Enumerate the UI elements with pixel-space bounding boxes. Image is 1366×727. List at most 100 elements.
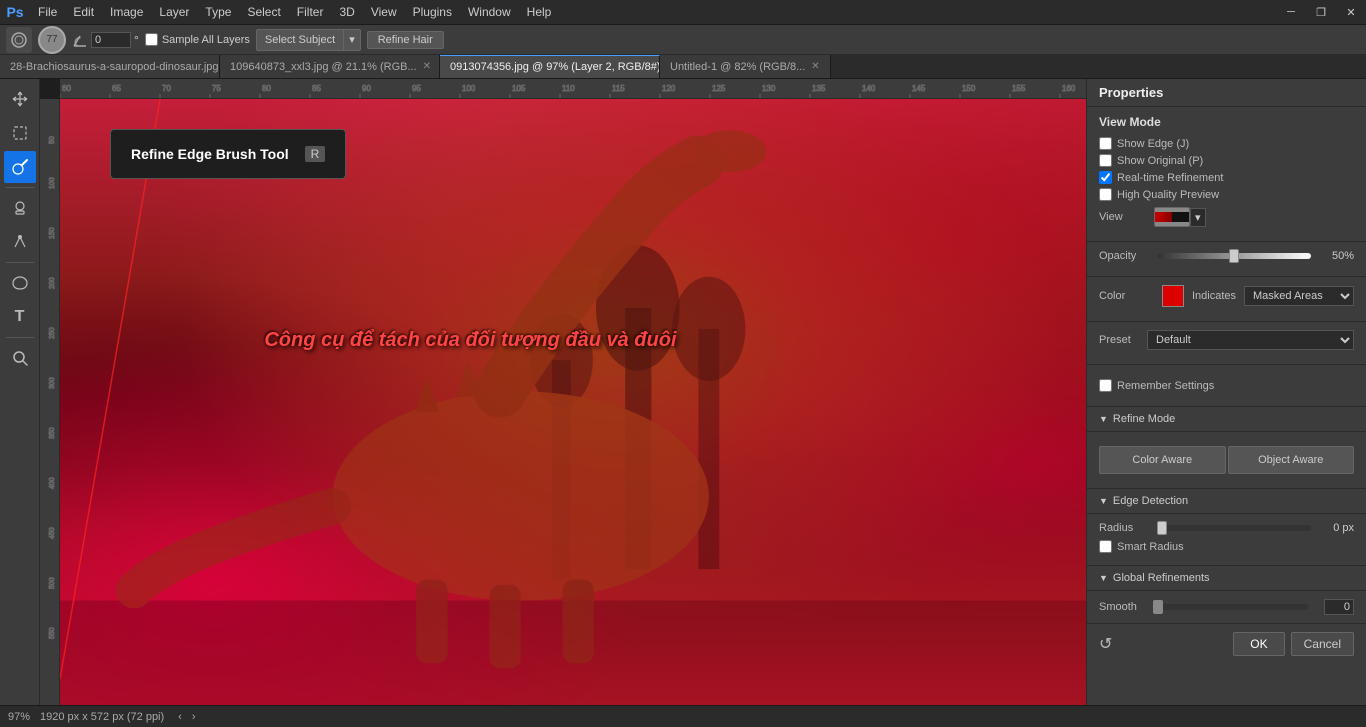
edge-detection-heading[interactable]: ▼ Edge Detection <box>1087 489 1366 514</box>
select-subject-dropdown[interactable]: ▾ <box>344 29 361 51</box>
svg-text:115: 115 <box>612 84 625 93</box>
tooltip-title: Refine Edge Brush Tool <box>131 146 289 162</box>
realtime-checkbox[interactable] <box>1099 171 1112 184</box>
ok-button[interactable]: OK <box>1233 632 1284 656</box>
stamp-tool-button[interactable] <box>4 192 36 224</box>
refine-brush-tool-button[interactable] <box>4 151 36 183</box>
restore-button[interactable]: ❐ <box>1306 0 1336 25</box>
menu-image[interactable]: Image <box>102 0 151 25</box>
tab-0[interactable]: 28-Brachiosaurus-a-sauropod-dinosaur.jpg… <box>0 55 220 79</box>
canvas-content[interactable]: Công cụ để tách của đối tượng đầu và đuô… <box>60 99 1086 705</box>
menu-window[interactable]: Window <box>460 0 519 25</box>
brush-size-display[interactable]: 77 <box>38 26 66 54</box>
close-button[interactable]: ✕ <box>1336 0 1366 25</box>
reset-button[interactable]: ↺ <box>1099 634 1112 654</box>
nav-right[interactable]: › <box>192 711 196 723</box>
svg-text:250: 250 <box>49 327 56 339</box>
radius-label: Radius <box>1099 522 1149 534</box>
refine-hair-button[interactable]: Refine Hair <box>367 31 444 49</box>
hq-preview-checkbox[interactable] <box>1099 188 1112 201</box>
viet-text-overlay: Công cụ để tách của đối tượng đầu và đuô… <box>163 329 779 352</box>
refine-mode-section: Color Aware Object Aware <box>1087 432 1366 489</box>
indicates-select[interactable]: Masked Areas Selected Areas Reveal Layer <box>1244 286 1354 306</box>
svg-text:75: 75 <box>212 84 221 93</box>
global-refinements-heading[interactable]: ▼ Global Refinements <box>1087 566 1366 591</box>
remember-settings-checkbox[interactable] <box>1099 379 1112 392</box>
menu-filter[interactable]: Filter <box>289 0 332 25</box>
hq-preview-label: High Quality Preview <box>1117 189 1219 201</box>
svg-text:100: 100 <box>49 177 56 189</box>
menu-view[interactable]: View <box>363 0 405 25</box>
show-edge-label: Show Edge (J) <box>1117 138 1189 150</box>
view-mode-section: View Mode Show Edge (J) Show Original (P… <box>1087 107 1366 242</box>
show-original-checkbox[interactable] <box>1099 154 1112 167</box>
preset-label: Preset <box>1099 334 1139 346</box>
menu-3d[interactable]: 3D <box>331 0 362 25</box>
menu-plugins[interactable]: Plugins <box>405 0 460 25</box>
svg-text:70: 70 <box>162 84 171 93</box>
toolbar-divider-1 <box>6 187 34 188</box>
move-tool-button[interactable] <box>4 83 36 115</box>
status-dimensions: 1920 px x 572 px (72 ppi) <box>40 711 164 723</box>
edge-detection-section: Radius 0 px Smart Radius <box>1087 514 1366 566</box>
radius-value: 0 px <box>1319 522 1354 534</box>
canvas-area[interactable]: 60 65 70 75 80 85 90 95 100 <box>40 79 1086 705</box>
menu-file[interactable]: File <box>30 0 65 25</box>
tab-3-close[interactable]: ✕ <box>811 61 819 72</box>
zoom-tool-button[interactable] <box>4 342 36 374</box>
angle-input[interactable]: 0 <box>91 32 131 48</box>
selection-tool-button[interactable] <box>4 117 36 149</box>
tab-1-close[interactable]: ✕ <box>423 61 431 72</box>
smooth-slider[interactable] <box>1153 604 1308 610</box>
tab-1[interactable]: 109640873_xxl3.jpg @ 21.1% (RGB... ✕ <box>220 55 440 79</box>
menu-select[interactable]: Select <box>239 0 288 25</box>
radius-thumb[interactable] <box>1157 521 1167 535</box>
preset-select[interactable]: Default Custom <box>1147 330 1354 350</box>
tab-3[interactable]: Untitled-1 @ 82% (RGB/8... ✕ <box>660 55 831 79</box>
menu-edit[interactable]: Edit <box>65 0 102 25</box>
refine-mode-label: Refine Mode <box>1113 413 1175 425</box>
sample-all-layers-checkbox[interactable] <box>145 33 158 46</box>
color-aware-button[interactable]: Color Aware <box>1099 446 1226 474</box>
view-mode-heading: View Mode <box>1099 115 1354 129</box>
minimize-button[interactable]: ─ <box>1276 0 1306 25</box>
smart-radius-label: Smart Radius <box>1117 541 1184 553</box>
svg-text:65: 65 <box>112 84 121 93</box>
tab-0-label: 28-Brachiosaurus-a-sauropod-dinosaur.jpg… <box>10 61 220 73</box>
color-swatch[interactable] <box>1162 285 1184 307</box>
opacity-thumb[interactable] <box>1229 249 1239 263</box>
sample-all-layers-check[interactable]: Sample All Layers <box>145 33 250 46</box>
smooth-row: Smooth 0 <box>1099 599 1354 615</box>
sample-all-layers-label: Sample All Layers <box>162 34 250 46</box>
text-tool-button[interactable]: T <box>4 301 36 333</box>
menu-type[interactable]: Type <box>197 0 239 25</box>
tab-2[interactable]: 0913074356.jpg @ 97% (Layer 2, RGB/8#) *… <box>440 55 660 79</box>
refine-mode-arrow: ▼ <box>1099 414 1108 424</box>
tab-1-label: 109640873_xxl3.jpg @ 21.1% (RGB... <box>230 61 417 73</box>
tool-icon-display <box>6 27 32 53</box>
cancel-button[interactable]: Cancel <box>1291 632 1354 656</box>
lasso-tool-button[interactable] <box>4 267 36 299</box>
refine-mode-heading[interactable]: ▼ Refine Mode <box>1087 407 1366 432</box>
smooth-thumb[interactable] <box>1153 600 1163 614</box>
angle-control: 0 ° <box>72 32 139 48</box>
svg-text:450: 450 <box>49 527 56 539</box>
menu-help[interactable]: Help <box>519 0 560 25</box>
svg-text:150: 150 <box>49 227 56 239</box>
svg-text:125: 125 <box>712 84 726 93</box>
radius-slider[interactable] <box>1157 525 1311 531</box>
pen-tool-button[interactable] <box>4 226 36 258</box>
menu-layer[interactable]: Layer <box>151 0 197 25</box>
object-aware-button[interactable]: Object Aware <box>1228 446 1355 474</box>
view-swatch[interactable] <box>1154 207 1190 227</box>
smart-radius-checkbox[interactable] <box>1099 540 1112 553</box>
select-subject-button[interactable]: Select Subject <box>256 29 344 51</box>
nav-left[interactable]: ‹ <box>178 711 182 723</box>
show-edge-checkbox[interactable] <box>1099 137 1112 150</box>
svg-text:85: 85 <box>312 84 321 93</box>
view-dropdown-button[interactable]: ▾ <box>1190 208 1206 227</box>
tooltip-panel: Refine Edge Brush Tool R <box>110 129 346 179</box>
opacity-slider[interactable] <box>1157 253 1311 259</box>
remember-row: Remember Settings <box>1099 379 1354 392</box>
show-original-label: Show Original (P) <box>1117 155 1203 167</box>
